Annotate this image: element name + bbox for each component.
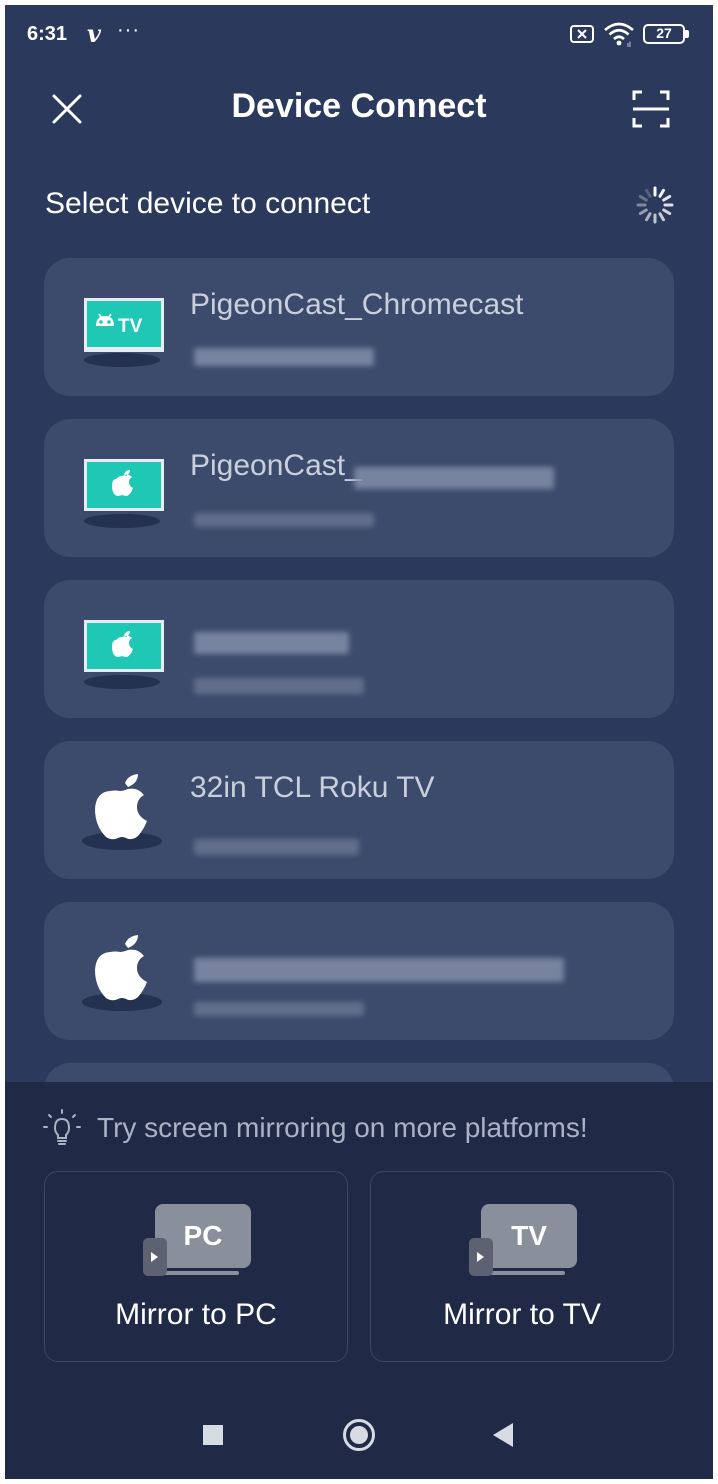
device-name: PigeonCast_: [190, 449, 362, 482]
recent-apps-button[interactable]: [203, 1425, 223, 1445]
tv-monitor-icon: TV: [469, 1204, 577, 1276]
loading-spinner-icon: [636, 186, 674, 224]
blurred-device-name: [194, 632, 349, 654]
blurred-device-address: [194, 348, 374, 366]
mirror-to-pc-button[interactable]: PC Mirror to PC: [44, 1171, 348, 1362]
scan-button[interactable]: [629, 87, 673, 131]
mirror-tip: Try screen mirroring on more platforms!: [43, 1108, 588, 1148]
blurred-device-name: [194, 958, 564, 982]
device-item[interactable]: [44, 1063, 674, 1084]
no-sim-icon: [570, 25, 594, 43]
tip-text: Try screen mirroring on more platforms!: [97, 1112, 588, 1143]
wifi-icon: ıl: [604, 22, 634, 47]
battery-level: 27: [656, 25, 672, 41]
blurred-device-name: [354, 467, 554, 489]
blurred-device-address: [194, 678, 364, 694]
mirror-to-pc-label: Mirror to PC: [115, 1298, 277, 1331]
device-item[interactable]: TV PigeonCast_Chromecast: [44, 258, 674, 396]
scan-icon: [632, 90, 670, 128]
blurred-device-address: [194, 839, 359, 855]
page-title: Device Connect: [231, 87, 487, 125]
vimeo-icon: v: [87, 19, 101, 48]
more-notifications-icon: ···: [117, 19, 140, 41]
pc-badge: PC: [184, 1220, 223, 1251]
app-header: Device Connect: [5, 67, 713, 147]
blurred-device-address: [194, 513, 374, 527]
android-tv-icon: TV: [84, 298, 164, 367]
device-item[interactable]: [44, 580, 674, 718]
home-button[interactable]: [343, 1419, 375, 1451]
svg-text:ıl: ıl: [627, 41, 631, 47]
apple-logo-icon: [82, 774, 162, 850]
apple-tv-icon: [84, 620, 164, 689]
blurred-device-address: [194, 1002, 364, 1016]
phone-screen: 6:31 v ··· ıl 27 Device Connect Select d…: [5, 5, 713, 1479]
device-item[interactable]: [44, 902, 674, 1040]
device-name: 32in TCL Roku TV: [190, 771, 435, 804]
device-item[interactable]: PigeonCast_: [44, 419, 674, 557]
apple-logo-icon: [82, 935, 162, 1011]
lightbulb-icon: [43, 1109, 81, 1145]
apple-tv-icon: [84, 459, 164, 528]
system-nav-bar: [5, 1398, 713, 1478]
pc-monitor-icon: PC: [143, 1204, 251, 1276]
status-bar: 6:31 v ··· ıl 27: [5, 5, 713, 67]
device-list: TV PigeonCast_Chromecast PigeonCast_ 32i…: [44, 258, 674, 1084]
section-title: Select device to connect: [45, 187, 371, 220]
mirror-to-tv-button[interactable]: TV Mirror to TV: [370, 1171, 674, 1362]
mirror-to-tv-label: Mirror to TV: [443, 1298, 601, 1331]
svg-text:TV: TV: [118, 316, 143, 337]
status-time: 6:31: [27, 23, 68, 45]
tv-badge: TV: [511, 1220, 547, 1251]
device-item[interactable]: 32in TCL Roku TV: [44, 741, 674, 879]
battery-icon: 27: [643, 24, 689, 44]
back-button[interactable]: [493, 1423, 513, 1447]
device-name: PigeonCast_Chromecast: [190, 288, 524, 321]
